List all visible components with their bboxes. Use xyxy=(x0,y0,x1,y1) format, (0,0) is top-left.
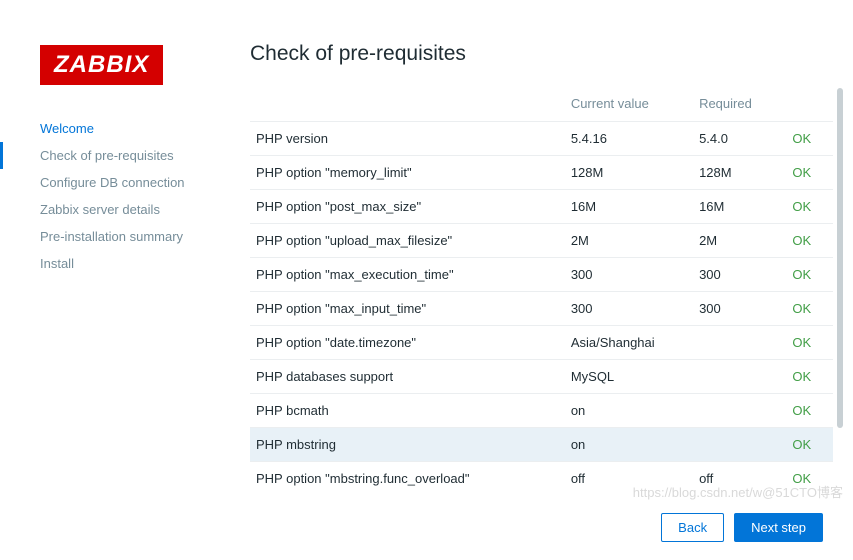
cell-required: 5.4.0 xyxy=(693,122,786,156)
installer-container: ZABBIX WelcomeCheck of pre-requisitesCon… xyxy=(0,0,853,507)
cell-current: off xyxy=(565,462,693,496)
zabbix-logo: ZABBIX xyxy=(40,45,163,85)
table-row: PHP mbstringon OK xyxy=(250,428,833,462)
requirements-table-wrap: Current value Required PHP version5.4.16… xyxy=(250,88,833,495)
table-header-row: Current value Required xyxy=(250,88,833,122)
table-row: PHP option "mbstring.func_overload"offof… xyxy=(250,462,833,496)
cell-status: OK xyxy=(786,190,833,224)
cell-current: on xyxy=(565,394,693,428)
requirements-table: Current value Required PHP version5.4.16… xyxy=(250,88,833,495)
nav-item-4[interactable]: Pre-installation summary xyxy=(40,223,235,250)
nav-item-5[interactable]: Install xyxy=(40,250,235,277)
cell-current: on xyxy=(565,428,693,462)
next-step-button[interactable]: Next step xyxy=(734,513,823,542)
back-button[interactable]: Back xyxy=(661,513,724,542)
cell-name: PHP option "max_input_time" xyxy=(250,292,565,326)
nav-item-1[interactable]: Check of pre-requisites xyxy=(40,142,235,169)
cell-current: 5.4.16 xyxy=(565,122,693,156)
cell-status: OK xyxy=(786,428,833,462)
table-row: PHP bcmathon OK xyxy=(250,394,833,428)
cell-status: OK xyxy=(786,122,833,156)
cell-status: OK xyxy=(786,292,833,326)
cell-name: PHP bcmath xyxy=(250,394,565,428)
footer-buttons: Back Next step xyxy=(250,495,833,560)
cell-current: 300 xyxy=(565,292,693,326)
cell-current: 128M xyxy=(565,156,693,190)
table-row: PHP databases supportMySQL OK xyxy=(250,360,833,394)
cell-status: OK xyxy=(786,258,833,292)
cell-current: 16M xyxy=(565,190,693,224)
cell-current: Asia/Shanghai xyxy=(565,326,693,360)
cell-current: MySQL xyxy=(565,360,693,394)
cell-name: PHP option "max_execution_time" xyxy=(250,258,565,292)
nav-item-0[interactable]: Welcome xyxy=(40,115,235,142)
cell-required xyxy=(693,360,786,394)
nav-item-2[interactable]: Configure DB connection xyxy=(40,169,235,196)
table-row: PHP option "date.timezone"Asia/Shanghai O… xyxy=(250,326,833,360)
nav-item-3[interactable]: Zabbix server details xyxy=(40,196,235,223)
cell-required: 2M xyxy=(693,224,786,258)
col-status xyxy=(786,88,833,122)
table-row: PHP option "max_execution_time"300300OK xyxy=(250,258,833,292)
cell-name: PHP version xyxy=(250,122,565,156)
cell-name: PHP option "memory_limit" xyxy=(250,156,565,190)
cell-required: 300 xyxy=(693,292,786,326)
cell-name: PHP databases support xyxy=(250,360,565,394)
table-row: PHP option "post_max_size"16M16MOK xyxy=(250,190,833,224)
cell-status: OK xyxy=(786,156,833,190)
table-row: PHP option "upload_max_filesize"2M2MOK xyxy=(250,224,833,258)
cell-status: OK xyxy=(786,326,833,360)
scrollbar[interactable] xyxy=(837,88,843,428)
nav-list: WelcomeCheck of pre-requisitesConfigure … xyxy=(40,115,235,277)
col-current: Current value xyxy=(565,88,693,122)
cell-required: 300 xyxy=(693,258,786,292)
page-title: Check of pre-requisites xyxy=(250,42,833,66)
cell-current: 300 xyxy=(565,258,693,292)
table-row: PHP option "memory_limit"128M128MOK xyxy=(250,156,833,190)
cell-status: OK xyxy=(786,462,833,496)
table-row: PHP version5.4.165.4.0OK xyxy=(250,122,833,156)
cell-status: OK xyxy=(786,360,833,394)
cell-required: 16M xyxy=(693,190,786,224)
cell-required: off xyxy=(693,462,786,496)
cell-required: 128M xyxy=(693,156,786,190)
cell-status: OK xyxy=(786,224,833,258)
col-name xyxy=(250,88,565,122)
cell-required xyxy=(693,394,786,428)
cell-required xyxy=(693,428,786,462)
cell-status: OK xyxy=(786,394,833,428)
sidebar: ZABBIX WelcomeCheck of pre-requisitesCon… xyxy=(0,0,235,507)
cell-name: PHP option "upload_max_filesize" xyxy=(250,224,565,258)
cell-name: PHP option "mbstring.func_overload" xyxy=(250,462,565,496)
table-row: PHP option "max_input_time"300300OK xyxy=(250,292,833,326)
main-content: Check of pre-requisites Current value Re… xyxy=(235,0,853,507)
col-required: Required xyxy=(693,88,786,122)
cell-name: PHP mbstring xyxy=(250,428,565,462)
cell-name: PHP option "post_max_size" xyxy=(250,190,565,224)
cell-required xyxy=(693,326,786,360)
cell-name: PHP option "date.timezone" xyxy=(250,326,565,360)
cell-current: 2M xyxy=(565,224,693,258)
